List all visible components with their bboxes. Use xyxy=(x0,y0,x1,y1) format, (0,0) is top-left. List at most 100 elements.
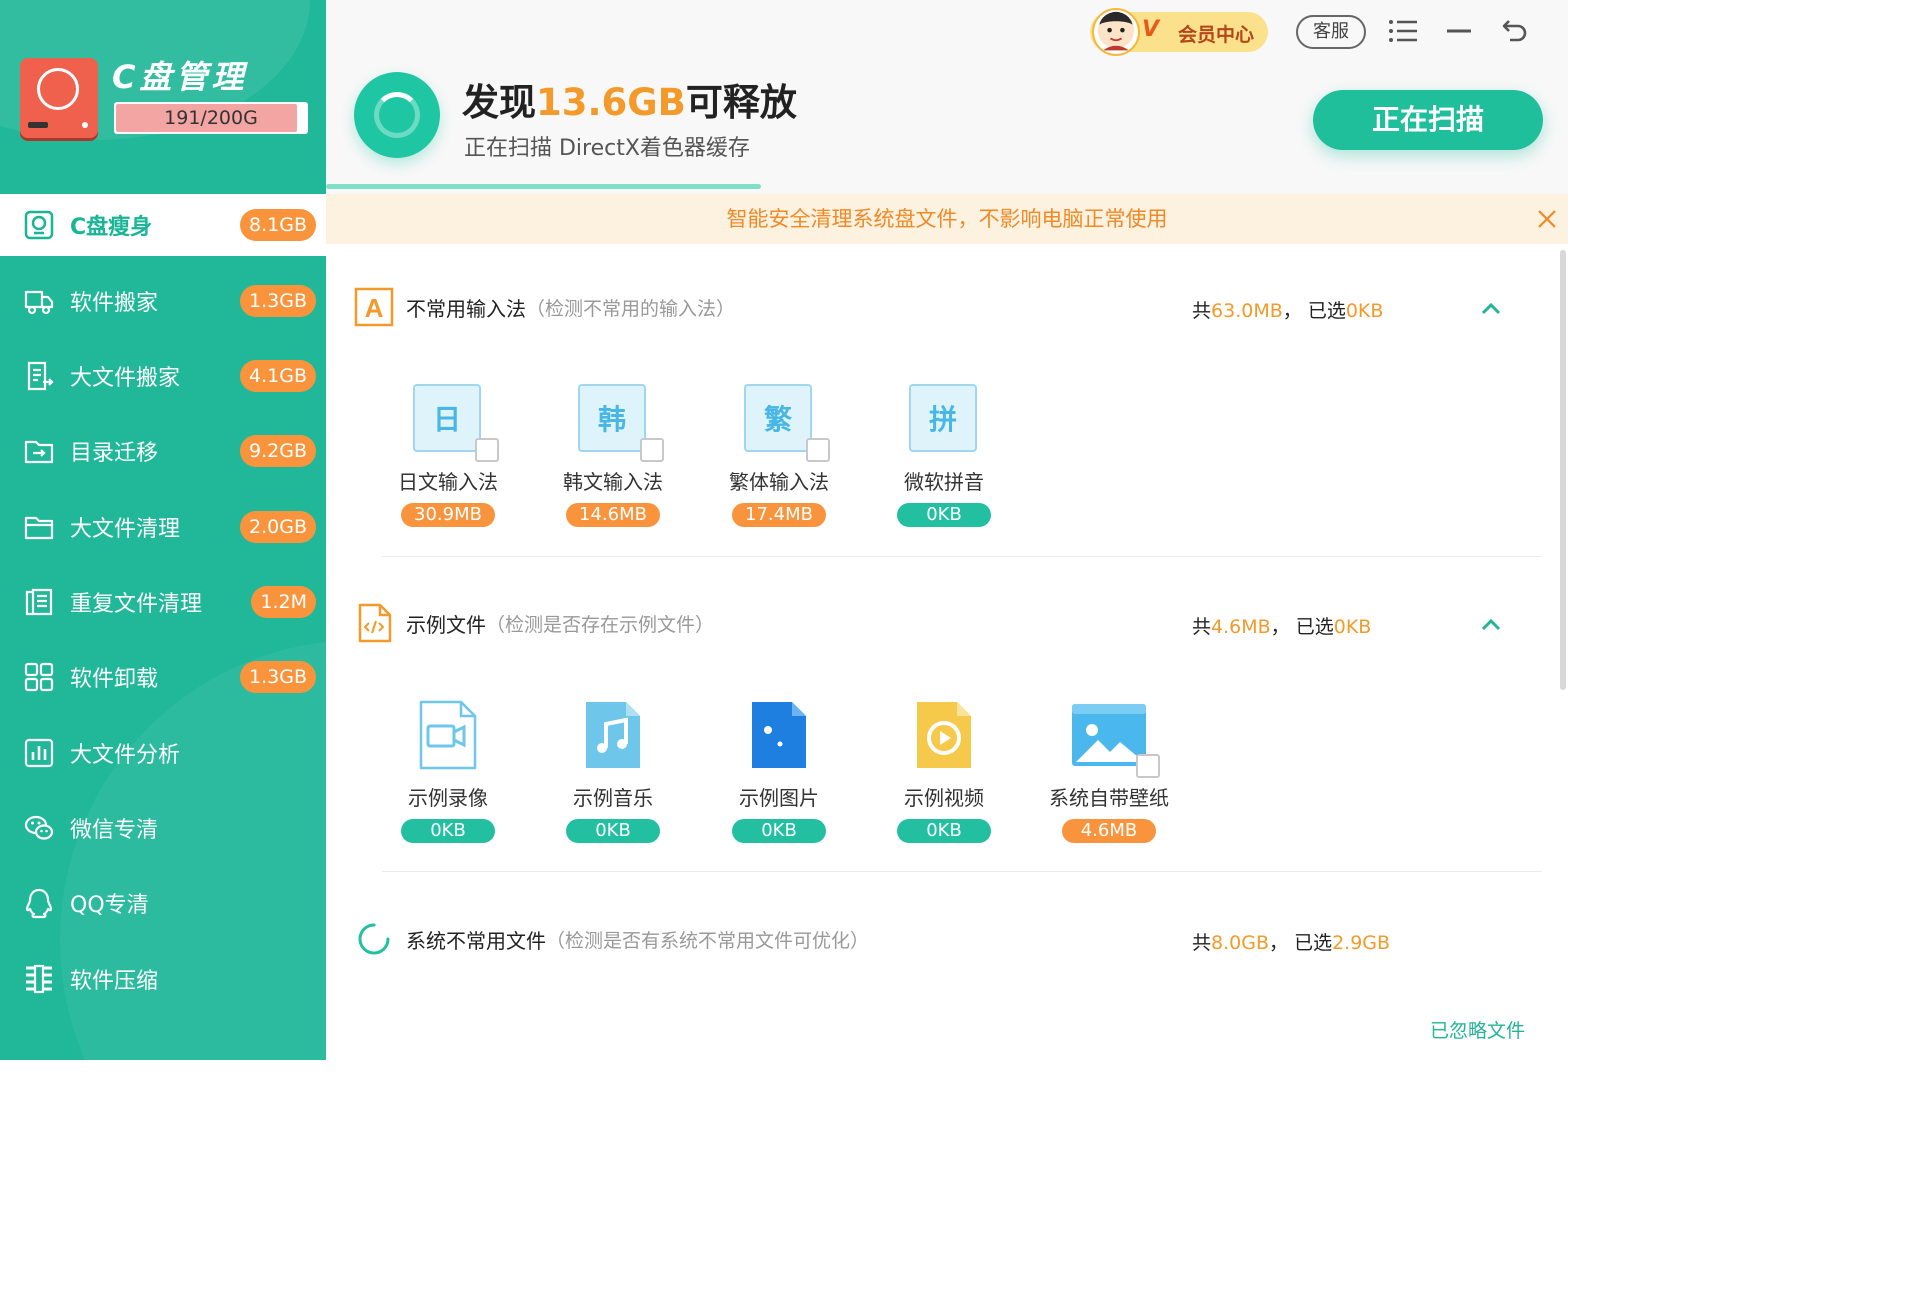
disk-logo-icon xyxy=(20,58,98,138)
nav-badge: 9.2GB xyxy=(240,435,316,467)
section-header-samples[interactable]: 示例文件 （检测是否存在示例文件） xyxy=(354,603,714,643)
nav-item-duplicate-clean[interactable]: 重复文件清理 1.2M xyxy=(0,571,326,633)
total-size: 63.0MB xyxy=(1211,300,1283,322)
total-prefix: 共 xyxy=(1192,300,1212,322)
total-sep: ， xyxy=(1269,932,1289,954)
item-name: 示例图片 xyxy=(739,786,819,810)
item-sample-music[interactable]: 示例音乐 0KB xyxy=(543,700,683,843)
nav-badge: 8.1GB xyxy=(240,209,316,241)
checkbox[interactable] xyxy=(640,438,664,462)
divider xyxy=(382,556,1542,557)
chevron-up-icon[interactable] xyxy=(1478,296,1504,322)
item-sample-video[interactable]: 示例视频 0KB xyxy=(874,700,1014,843)
chevron-up-icon[interactable] xyxy=(1478,612,1504,638)
nav-item-bigfile-clean[interactable]: 大文件清理 2.0GB xyxy=(0,496,326,558)
back-icon[interactable] xyxy=(1498,14,1532,48)
total-sep: ， xyxy=(1282,300,1302,322)
item-sample-picture[interactable]: 示例图片 0KB xyxy=(709,700,849,843)
nav-item-bigfile-move[interactable]: 大文件搬家 4.1GB xyxy=(0,345,326,407)
item-name: 繁体输入法 xyxy=(729,470,829,494)
close-icon[interactable] xyxy=(1530,194,1564,244)
item-size: 0KB xyxy=(897,503,991,527)
sidebar: C盘管理 191/200G C盘瘦身 8.1GB 软件搬家 1.3GB 大文件搬… xyxy=(0,0,326,1060)
play-file-icon xyxy=(909,700,979,770)
nav-label: 目录迁移 xyxy=(70,441,159,466)
nav-label: 大文件搬家 xyxy=(70,366,181,391)
scan-button[interactable]: 正在扫描 xyxy=(1313,90,1543,150)
customer-service-button[interactable]: 客服 xyxy=(1296,15,1366,49)
nav-badge: 1.3GB xyxy=(240,661,316,693)
notice-text: 智能安全清理系统盘文件，不影响电脑正常使用 xyxy=(726,207,1168,231)
korean-ime-icon: 韩 xyxy=(578,384,646,452)
item-traditional-ime[interactable]: 繁 繁体输入法 17.4MB xyxy=(709,384,849,527)
section-header-ime[interactable]: A 不常用输入法 （检测不常用的输入法） xyxy=(354,287,735,327)
selected-prefix: 已选 xyxy=(1307,300,1346,322)
nav-item-c-slim[interactable]: C盘瘦身 8.1GB xyxy=(0,194,326,256)
notice-banner: 智能安全清理系统盘文件，不影响电脑正常使用 xyxy=(326,194,1568,244)
nav-label: C盘瘦身 xyxy=(70,215,153,240)
nav-label: 重复文件清理 xyxy=(70,592,203,617)
section-title: 不常用输入法 xyxy=(406,296,526,321)
checkbox[interactable] xyxy=(806,438,830,462)
avatar[interactable] xyxy=(1092,8,1140,56)
item-korean-ime[interactable]: 韩 韩文输入法 14.6MB xyxy=(543,384,683,527)
picture-file-icon xyxy=(744,700,814,770)
nav-item-compress[interactable]: 软件压缩 xyxy=(0,948,326,1010)
duplicate-file-icon xyxy=(22,585,56,619)
selected-prefix: 已选 xyxy=(1294,932,1333,954)
scrollbar[interactable] xyxy=(1560,250,1566,690)
selected-prefix: 已选 xyxy=(1295,616,1334,638)
checkbox[interactable] xyxy=(475,438,499,462)
scan-spinner-icon xyxy=(354,72,440,158)
pinyin-ime-icon: 拼 xyxy=(909,384,977,452)
total-size: 4.6MB xyxy=(1211,616,1271,638)
ime-letter-icon: A xyxy=(354,287,394,327)
japanese-ime-icon: 日 xyxy=(413,384,481,452)
found-amount: 13.6GB xyxy=(536,81,686,124)
item-name: 示例视频 xyxy=(904,786,984,810)
nav-badge: 4.1GB xyxy=(240,360,316,392)
folder-icon xyxy=(22,510,56,544)
nav-item-bigfile-analysis[interactable]: 大文件分析 xyxy=(0,722,326,784)
menu-icon[interactable] xyxy=(1386,14,1420,48)
scan-progress-bar xyxy=(326,184,761,189)
video-file-icon xyxy=(413,700,483,770)
nav-item-software-move[interactable]: 软件搬家 1.3GB xyxy=(0,270,326,332)
item-name: 韩文输入法 xyxy=(563,470,663,494)
file-move-icon xyxy=(22,359,56,393)
scan-status: 正在扫描 DirectX着色器缓存 xyxy=(464,136,750,161)
minimize-icon[interactable] xyxy=(1442,14,1476,48)
ignored-files-link[interactable]: 已忽略文件 xyxy=(1430,1016,1525,1043)
item-system-wallpaper[interactable]: 系统自带壁纸 4.6MB xyxy=(1039,700,1179,843)
found-suffix: 可释放 xyxy=(685,81,797,124)
music-file-icon xyxy=(578,700,648,770)
section-total: 共63.0MB， 已选0KB xyxy=(1192,296,1383,323)
truck-icon xyxy=(22,284,56,318)
item-japanese-ime[interactable]: 日 日文输入法 30.9MB xyxy=(378,384,518,527)
nav-label: 微信专清 xyxy=(70,818,159,843)
item-size: 0KB xyxy=(401,819,495,843)
checkbox[interactable] xyxy=(1136,754,1160,778)
bar-chart-icon xyxy=(22,736,56,770)
item-pinyin-ime[interactable]: 拼 微软拼音 0KB xyxy=(874,384,1014,527)
wechat-icon xyxy=(22,811,56,845)
vip-label: 会员中心 xyxy=(1178,24,1255,46)
nav-item-dir-migrate[interactable]: 目录迁移 9.2GB xyxy=(0,420,326,482)
nav-item-wechat-clean[interactable]: 微信专清 xyxy=(0,797,326,859)
total-prefix: 共 xyxy=(1192,616,1212,638)
item-sample-recording[interactable]: 示例录像 0KB xyxy=(378,700,518,843)
selected-size: 0KB xyxy=(1333,616,1372,638)
nav-item-uninstall[interactable]: 软件卸载 1.3GB xyxy=(0,646,326,708)
section-desc: （检测不常用的输入法） xyxy=(526,297,736,320)
nav-item-qq-clean[interactable]: QQ专清 xyxy=(0,872,326,934)
item-size: 30.9MB xyxy=(401,503,495,527)
section-header-system-files[interactable]: 系统不常用文件 （检测是否有系统不常用文件可优化） xyxy=(354,919,869,959)
total-prefix: 共 xyxy=(1192,932,1212,954)
total-sep: ， xyxy=(1270,616,1290,638)
nav-badge: 1.3GB xyxy=(240,285,316,317)
disk-slim-icon xyxy=(22,208,56,242)
item-size: 14.6MB xyxy=(566,503,660,527)
svg-text:A: A xyxy=(365,293,384,323)
found-prefix: 发现 xyxy=(462,81,536,124)
code-file-icon xyxy=(354,603,394,643)
